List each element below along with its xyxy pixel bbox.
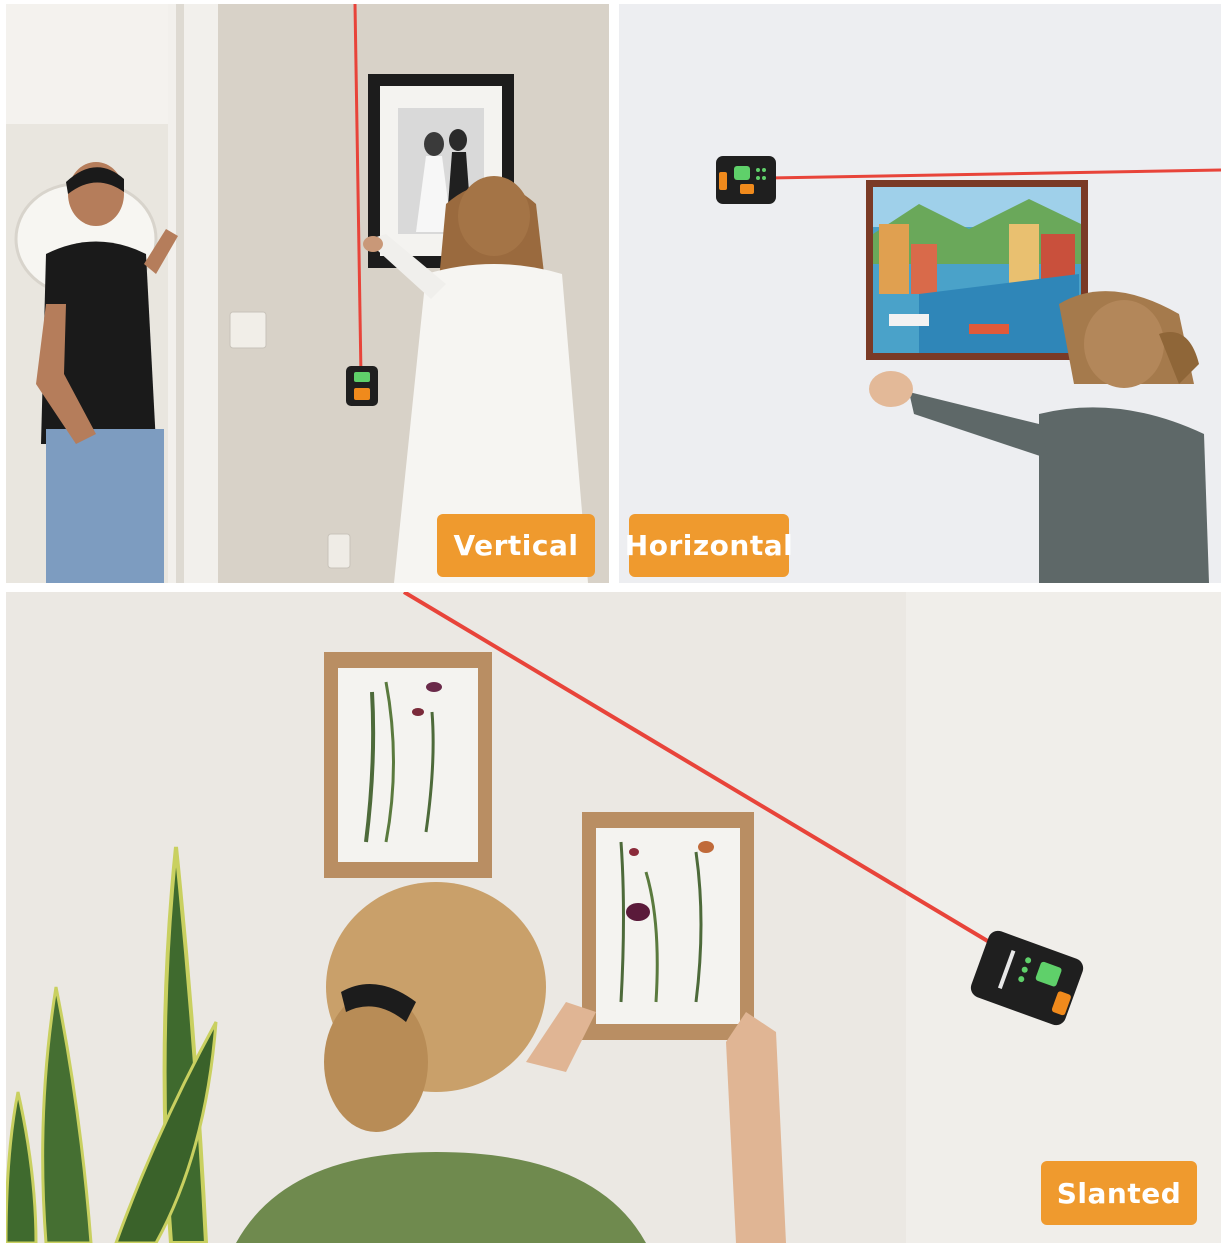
horizontal-label: Horizontal	[625, 514, 793, 577]
laser-level-device	[716, 156, 776, 204]
vertical-panel: Vertical	[6, 4, 609, 583]
slanted-label: Slanted	[1041, 1161, 1197, 1225]
vertical-label: Vertical	[437, 514, 595, 577]
slanted-scene	[6, 592, 1221, 1243]
slanted-panel: Slanted	[6, 592, 1221, 1243]
horizontal-scene	[619, 4, 1221, 583]
laser-level-device	[346, 366, 378, 406]
vertical-scene	[6, 4, 609, 583]
horizontal-panel: Horizontal	[619, 4, 1221, 583]
